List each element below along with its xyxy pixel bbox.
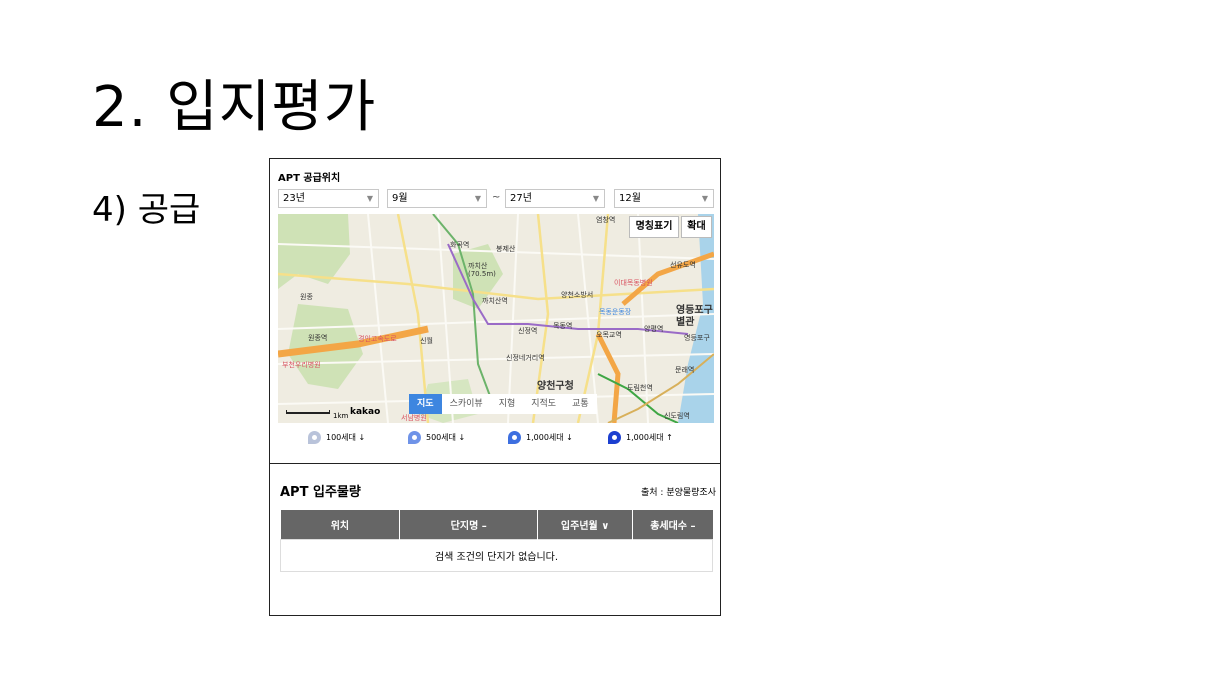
chevron-down-icon: ▼ (701, 194, 708, 203)
column-complex-sort[interactable]: 단지명 – (399, 510, 539, 540)
tab-traffic[interactable]: 교통 (564, 394, 597, 414)
map-label: 염창역 (596, 216, 616, 224)
map-label: 경인고속도로 (358, 335, 397, 343)
legend-label: 1,000세대 ↓ (526, 433, 573, 442)
slide-subtitle: 4) 공급 (92, 190, 201, 230)
move-in-title: APT 입주물량 (280, 485, 361, 500)
column-households-sort[interactable]: 총세대수 – (632, 510, 713, 540)
section-divider (270, 463, 720, 464)
end-year-value: 27년 (510, 193, 532, 204)
map-label: 신정네거리역 (506, 354, 545, 362)
start-month-value: 9월 (392, 193, 408, 204)
map-label: 목동운동장 (599, 308, 632, 316)
map-pin-icon (308, 431, 321, 444)
legend-item: 1,000세대 ↑ (608, 431, 673, 444)
chevron-down-icon: ▼ (592, 194, 599, 203)
legend-label: 100세대 ↓ (326, 433, 366, 442)
scale-bar (286, 410, 330, 414)
map-label: 봉제산 (496, 245, 516, 253)
tab-terrain[interactable]: 지형 (491, 394, 524, 414)
legend-item: 500세대 ↓ (408, 431, 465, 444)
map-label: 양천구청 (537, 381, 574, 392)
legend-item: 100세대 ↓ (308, 431, 365, 444)
source-note: 출처 : 분양물량조사 (641, 488, 716, 498)
range-separator: ~ (492, 192, 501, 203)
map-label: 까치산역 (482, 297, 508, 305)
map-label: 양평역 (644, 325, 664, 333)
slide-title: 2. 입지평가 (92, 75, 377, 140)
map-label: 신월 (420, 337, 433, 345)
map-pin-icon (508, 431, 521, 444)
map-label: 이대목동병원 (614, 279, 653, 287)
map-label: 부천우리병원 (282, 361, 321, 369)
empty-message: 검색 조건의 단지가 없습니다. (280, 539, 713, 572)
kakao-logo: kakao (350, 407, 381, 417)
panel-title: APT 공급위치 (278, 173, 341, 184)
table-header-row: 위치 단지명 – 입주년월 ∨ 총세대수 – (280, 510, 713, 540)
supply-map[interactable]: 화곡역 봉제산 까치산 (70.5m) 까치산역 양천소방서 이대목동병원 목동… (278, 214, 714, 423)
table-row: 검색 조건의 단지가 없습니다. (280, 539, 713, 572)
tab-skyview[interactable]: 스카이뷰 (442, 394, 491, 414)
map-label: 화곡역 (450, 241, 470, 249)
column-move-in-date-sort[interactable]: 입주년월 ∨ (537, 510, 634, 540)
end-month-select[interactable]: 12월 ▼ (614, 189, 714, 208)
map-label: 영등포구 (684, 334, 710, 342)
map-label: 서남병원 (401, 414, 427, 422)
map-label: 오목교역 (596, 331, 622, 339)
map-pin-icon (408, 431, 421, 444)
tab-cadastral[interactable]: 지적도 (523, 394, 564, 414)
map-label: 원종역 (308, 334, 328, 342)
map-label: 도림천역 (627, 384, 653, 392)
move-in-table: 위치 단지명 – 입주년월 ∨ 총세대수 – 검색 조건의 단지가 없습니다. (280, 510, 713, 572)
legend-label: 1,000세대 ↑ (626, 433, 673, 442)
start-year-select[interactable]: 23년 ▼ (278, 189, 379, 208)
chevron-down-icon: ▼ (366, 194, 373, 203)
map-label: 신정역 (518, 327, 538, 335)
map-label: 선유도역 (670, 261, 696, 269)
map-label: 문래역 (675, 366, 695, 374)
start-year-value: 23년 (283, 193, 305, 204)
map-type-tabs: 지도 스카이뷰 지형 지적도 교통 (409, 394, 597, 414)
chevron-down-icon: ▼ (474, 194, 481, 203)
legend-label: 500세대 ↓ (426, 433, 466, 442)
column-location: 위치 (280, 510, 401, 540)
map-label: 별관 (676, 317, 695, 328)
zoom-button[interactable]: 확대 (681, 216, 712, 238)
tab-map[interactable]: 지도 (409, 394, 442, 414)
map-pin-icon (608, 431, 621, 444)
legend-item: 1,000세대 ↓ (508, 431, 573, 444)
map-label: (70.5m) (468, 270, 496, 278)
apt-supply-panel: APT 공급위치 23년 ▼ 9월 ▼ ~ 27년 ▼ 12월 ▼ 화곡역 봉제… (269, 158, 721, 616)
scale-label: 1km (333, 412, 349, 420)
label-toggle-button[interactable]: 명칭표기 (629, 216, 679, 238)
map-label: 양천소방서 (561, 291, 594, 299)
map-label: 신도림역 (664, 412, 690, 420)
end-month-value: 12월 (619, 193, 641, 204)
start-month-select[interactable]: 9월 ▼ (387, 189, 487, 208)
map-label: 원종 (300, 293, 313, 301)
end-year-select[interactable]: 27년 ▼ (505, 189, 605, 208)
map-label: 목동역 (553, 322, 573, 330)
